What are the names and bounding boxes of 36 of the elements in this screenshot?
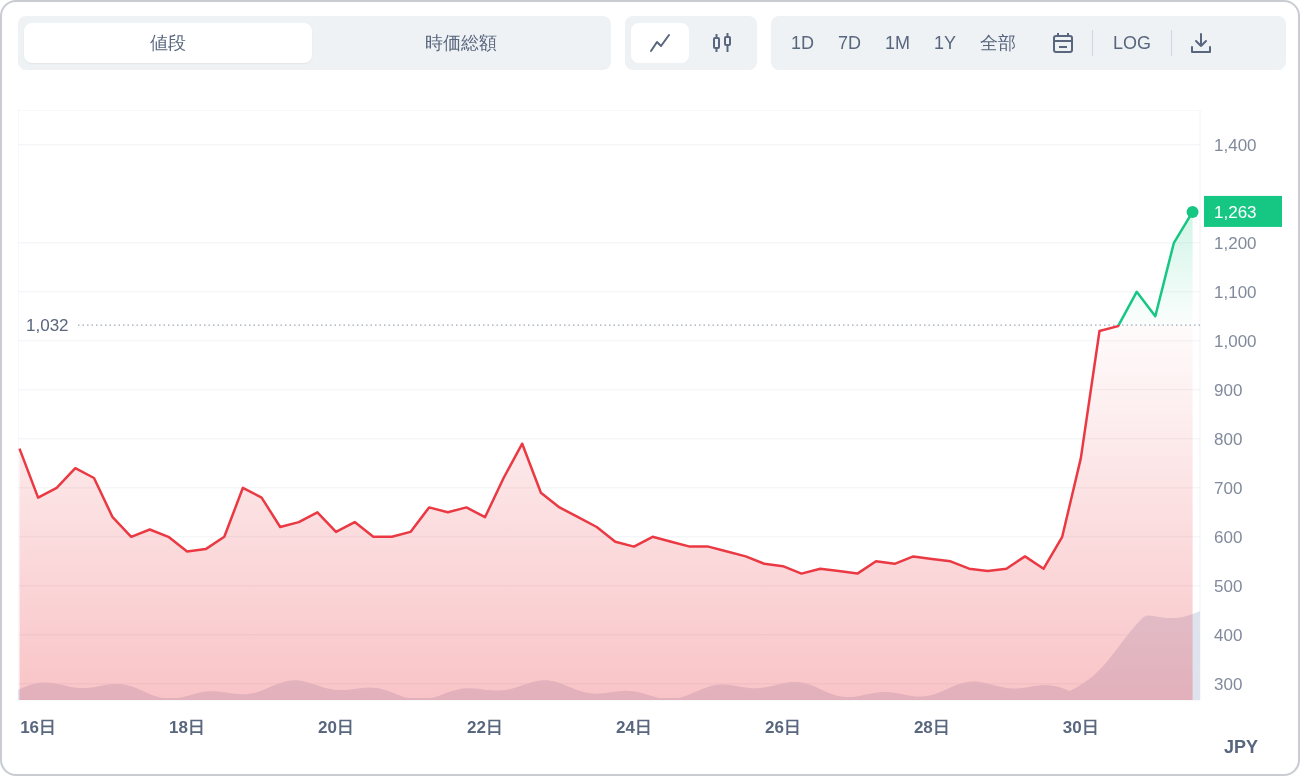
x-axis-label: 18日: [169, 718, 206, 735]
y-axis-label: 700: [1214, 478, 1243, 498]
current-price-label: 1,263: [1214, 202, 1257, 222]
x-axis-label: 16日: [20, 718, 57, 735]
y-axis-label: 800: [1214, 429, 1243, 449]
x-axis-label: 22日: [467, 718, 503, 735]
download-icon: [1190, 32, 1212, 54]
y-axis-label: 900: [1214, 380, 1243, 400]
y-axis-label: 600: [1214, 527, 1243, 547]
x-axis-label: 20日: [318, 718, 354, 735]
x-axis-label: 24日: [616, 718, 652, 735]
price-tab[interactable]: 値段: [24, 23, 313, 63]
y-axis-label: 500: [1214, 576, 1243, 596]
x-axis-label: 26日: [764, 718, 801, 735]
y-axis-label: 300: [1214, 674, 1243, 694]
current-price-dot: [1186, 205, 1199, 218]
line-chart-button[interactable]: [630, 23, 689, 63]
y-axis-label: 400: [1214, 625, 1243, 645]
range-button[interactable]: 7D: [827, 24, 871, 62]
range-button[interactable]: 1M: [874, 24, 920, 62]
price-tab[interactable]: 時価総額: [316, 23, 605, 63]
range-button[interactable]: 全部: [970, 23, 1026, 63]
y-axis-label: 1,100: [1214, 282, 1257, 302]
currency-label: JPY: [1223, 737, 1258, 758]
calendar-icon: [1052, 32, 1074, 54]
y-axis-label: 1,200: [1214, 233, 1257, 253]
range-button[interactable]: 1Y: [923, 24, 966, 62]
baseline-label: 1,032: [26, 316, 69, 336]
x-axis-label: 30日: [1062, 718, 1099, 735]
candlestick-icon: [710, 32, 733, 54]
range-button[interactable]: 1D: [780, 24, 824, 62]
y-axis-label: 1,000: [1214, 331, 1257, 351]
log-button[interactable]: LOG: [1103, 24, 1161, 62]
y-axis-label: 1,400: [1214, 135, 1257, 155]
x-axis-label: 28日: [913, 718, 950, 735]
line-chart-icon: [648, 33, 671, 53]
